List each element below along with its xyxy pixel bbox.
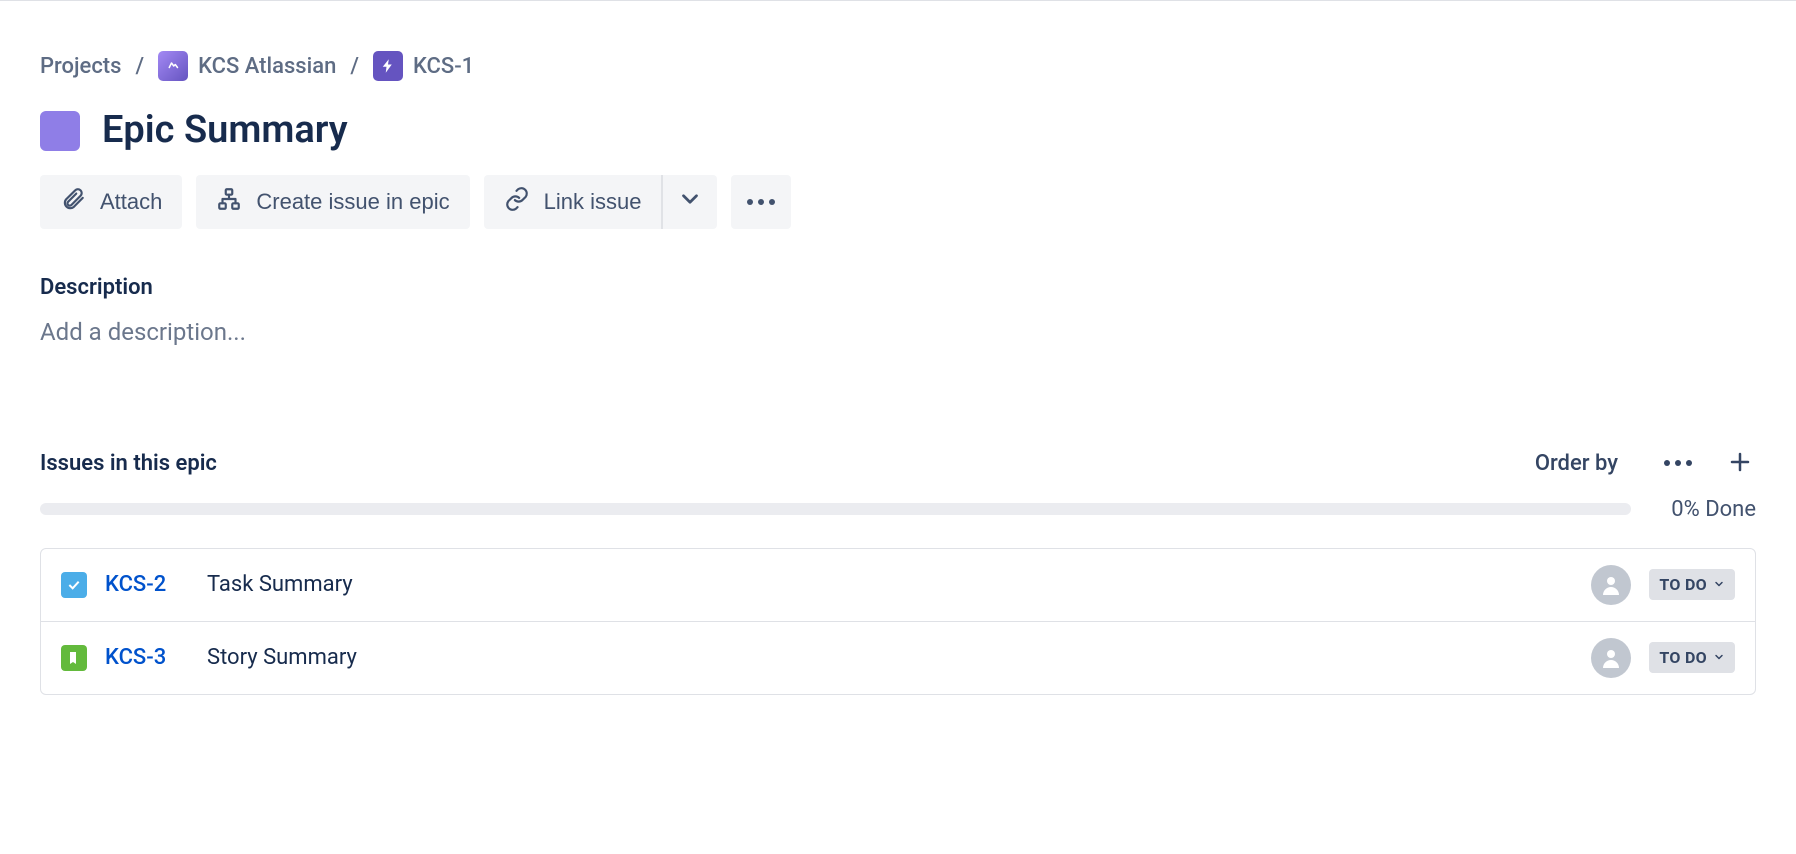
action-bar: Attach Create issue in epic bbox=[40, 175, 1756, 229]
attach-icon bbox=[60, 186, 86, 218]
story-type-icon bbox=[61, 645, 87, 671]
epic-color-swatch[interactable] bbox=[40, 111, 80, 151]
status-label: TO DO bbox=[1659, 575, 1707, 594]
more-horizontal-icon bbox=[747, 199, 775, 205]
link-icon bbox=[504, 186, 530, 218]
breadcrumb-project-label: KCS Atlassian bbox=[198, 54, 336, 79]
issue-row[interactable]: KCS-2 Task Summary TO DO bbox=[41, 549, 1755, 621]
breadcrumb-projects[interactable]: Projects bbox=[40, 54, 121, 79]
more-actions-button[interactable] bbox=[731, 175, 791, 229]
status-label: TO DO bbox=[1659, 648, 1707, 667]
attach-button[interactable]: Attach bbox=[40, 175, 182, 229]
link-issue-label: Link issue bbox=[544, 189, 642, 215]
epic-progress-text: 0% Done bbox=[1671, 497, 1756, 522]
link-issue-button[interactable]: Link issue bbox=[484, 175, 662, 229]
attach-label: Attach bbox=[100, 189, 162, 215]
breadcrumb-projects-label: Projects bbox=[40, 54, 121, 79]
issue-key-link[interactable]: KCS-3 bbox=[105, 645, 189, 670]
more-horizontal-icon bbox=[1664, 460, 1692, 466]
chevron-down-icon bbox=[1713, 648, 1725, 667]
order-by-label: Order by bbox=[1535, 451, 1618, 476]
create-issue-in-epic-button[interactable]: Create issue in epic bbox=[196, 175, 469, 229]
order-by-dropdown[interactable]: Order by bbox=[1535, 451, 1632, 476]
chevron-down-icon bbox=[677, 186, 703, 218]
issue-title[interactable]: Epic Summary bbox=[102, 109, 348, 153]
breadcrumb: Projects / KCS Atlassian / KCS-1 bbox=[40, 51, 1756, 81]
add-issue-button[interactable] bbox=[1724, 446, 1756, 481]
epic-progress-bar bbox=[40, 503, 1631, 515]
description-field[interactable]: Add a description... bbox=[40, 318, 1756, 346]
issues-in-epic-heading: Issues in this epic bbox=[40, 451, 217, 476]
status-badge[interactable]: TO DO bbox=[1649, 569, 1735, 600]
task-type-icon bbox=[61, 572, 87, 598]
issue-key-link[interactable]: KCS-2 bbox=[105, 572, 189, 597]
chevron-down-icon bbox=[1713, 575, 1725, 594]
assignee-avatar[interactable] bbox=[1591, 638, 1631, 678]
description-heading: Description bbox=[40, 275, 1756, 300]
breadcrumb-issue-label: KCS-1 bbox=[413, 54, 474, 79]
breadcrumb-issue[interactable]: KCS-1 bbox=[373, 51, 474, 81]
issues-more-button[interactable] bbox=[1660, 456, 1696, 470]
create-issue-in-epic-label: Create issue in epic bbox=[256, 189, 449, 215]
plus-icon bbox=[1728, 450, 1752, 477]
epic-type-icon bbox=[373, 51, 403, 81]
issue-summary: Story Summary bbox=[207, 645, 1573, 670]
issues-list: KCS-2 Task Summary TO DO KCS-3 Story Summary… bbox=[40, 548, 1756, 695]
issue-row[interactable]: KCS-3 Story Summary TO DO bbox=[41, 621, 1755, 694]
breadcrumb-separator: / bbox=[135, 54, 144, 79]
breadcrumb-project[interactable]: KCS Atlassian bbox=[158, 51, 336, 81]
link-issue-dropdown-button[interactable] bbox=[661, 175, 717, 229]
subtask-icon bbox=[216, 186, 242, 218]
status-badge[interactable]: TO DO bbox=[1649, 642, 1735, 673]
breadcrumb-separator: / bbox=[350, 54, 359, 79]
project-avatar-icon bbox=[158, 51, 188, 81]
assignee-avatar[interactable] bbox=[1591, 565, 1631, 605]
issue-summary: Task Summary bbox=[207, 572, 1573, 597]
link-issue-split-button: Link issue bbox=[484, 175, 718, 229]
